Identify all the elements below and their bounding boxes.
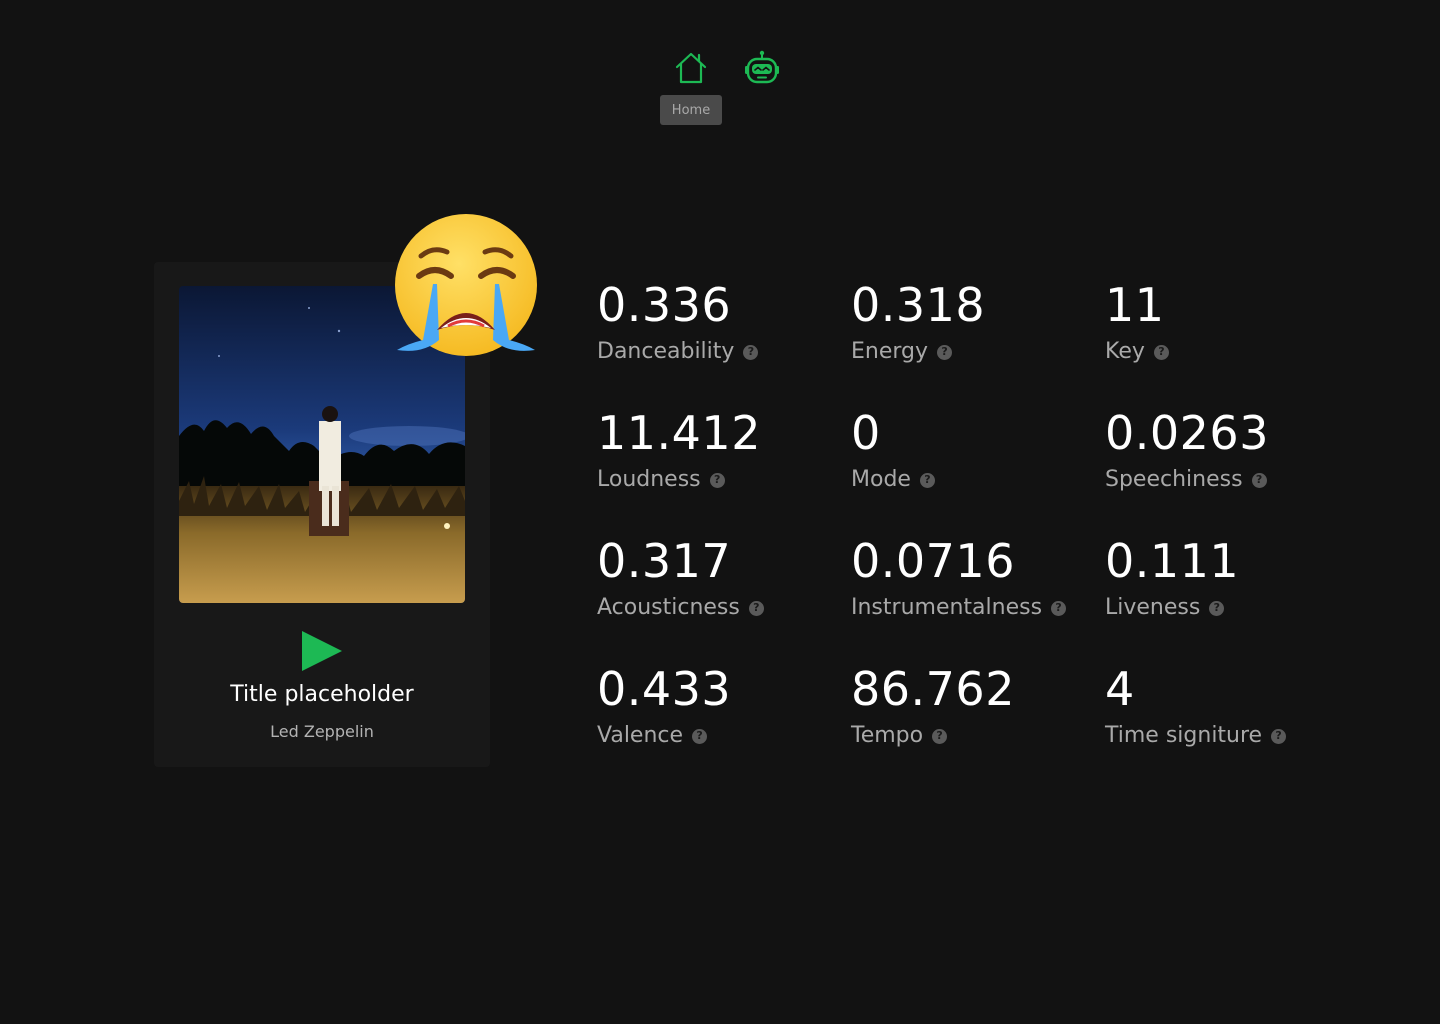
stat-acousticness: 0.317 Acousticness? [597,536,837,622]
stat-label: Speechiness? [1105,466,1345,494]
stat-label: Valence? [597,722,837,750]
stat-label-text: Acousticness [597,595,740,620]
stat-tempo: 86.762 Tempo? [851,664,1091,750]
stat-value: 0.433 [597,662,732,716]
stat-label-text: Loudness [597,467,701,492]
play-button[interactable] [300,629,344,673]
stat-label-text: Time signiture [1105,723,1263,748]
stat-value: 0.317 [597,534,732,588]
home-button[interactable] [671,48,711,88]
stat-label-text: Danceability [597,339,735,364]
stat-label: Acousticness? [597,594,837,622]
stat-value: 86.762 [851,662,1015,716]
play-icon [302,631,342,671]
help-icon[interactable]: ? [1271,728,1287,744]
stat-label: Danceability? [597,338,837,366]
stat-key: 11 Key? [1105,280,1345,366]
stat-valence: 0.433 Valence? [597,664,837,750]
stat-label: Instrumentalness? [851,594,1091,622]
stat-loudness: 11.412 Loudness? [597,408,837,494]
top-nav: Home [0,46,1440,136]
stat-mode: 0 Mode? [851,408,1091,494]
stat-value: 0.336 [597,278,732,332]
stat-value: 0.318 [851,278,986,332]
stat-value: 0 [851,406,881,460]
stat-value: 0.111 [1105,534,1240,588]
track-title: Title placeholder [230,682,414,707]
stat-liveness: 0.111 Liveness? [1105,536,1345,622]
help-icon[interactable]: ? [1209,600,1225,616]
stat-value: 0.0263 [1105,406,1269,460]
stat-label: Liveness? [1105,594,1345,622]
stat-label: Energy? [851,338,1091,366]
help-icon[interactable]: ? [932,728,948,744]
stat-value: 11 [1105,278,1165,332]
stat-label-text: Valence [597,723,684,748]
stat-label-text: Instrumentalness [851,595,1043,620]
home-tooltip: Home [660,95,722,125]
stat-value: 4 [1105,662,1135,716]
stat-value: 0.0716 [851,534,1015,588]
stat-label-text: Energy [851,339,929,364]
help-icon[interactable]: ? [1251,472,1267,488]
stat-speechiness: 0.0263 Speechiness? [1105,408,1345,494]
help-icon[interactable]: ? [743,344,759,360]
help-icon[interactable]: ? [692,728,708,744]
stat-label-text: Key [1105,339,1145,364]
help-icon[interactable]: ? [919,472,935,488]
track-artist: Led Zeppelin [270,722,374,741]
stat-label: Tempo? [851,722,1091,750]
robot-button[interactable] [742,48,782,88]
stat-label-text: Mode [851,467,911,492]
help-icon[interactable]: ? [1051,600,1067,616]
stat-energy: 0.318 Energy? [851,280,1091,366]
loudly-crying-face-icon [395,214,537,356]
help-icon[interactable]: ? [748,600,764,616]
stat-label-text: Liveness [1105,595,1201,620]
stat-label-text: Tempo [851,723,924,748]
stat-danceability: 0.336 Danceability? [597,280,837,366]
stat-instrumentalness: 0.0716 Instrumentalness? [851,536,1091,622]
stat-time-signiture: 4 Time signiture? [1105,664,1345,750]
stat-label: Loudness? [597,466,837,494]
help-icon[interactable]: ? [709,472,725,488]
stat-value: 11.412 [597,406,761,460]
help-icon[interactable]: ? [1153,344,1169,360]
help-icon[interactable]: ? [937,344,953,360]
stat-label: Time signiture? [1105,722,1345,750]
stat-label-text: Speechiness [1105,467,1243,492]
stat-label: Mode? [851,466,1091,494]
robot-icon [745,50,779,84]
home-icon [675,52,707,84]
stat-label: Key? [1105,338,1345,366]
